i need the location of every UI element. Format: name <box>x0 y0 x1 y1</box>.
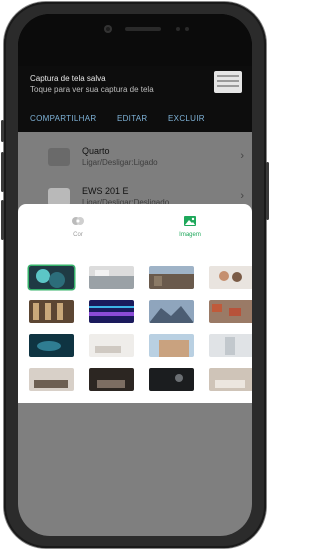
list-item[interactable]: Quarto Ligar/Desligar:Ligado › <box>18 144 252 184</box>
background-picker-sheet: Cor Imagem <box>18 204 252 403</box>
wallpaper-thumb-abstract-teal[interactable] <box>29 266 74 289</box>
image-icon <box>184 216 196 226</box>
phone-screen: Captura de tela salva Toque para ver sua… <box>18 14 252 536</box>
wallpaper-thumb-kitchen[interactable] <box>89 266 134 289</box>
edit-button[interactable]: EDITAR <box>117 114 148 123</box>
phone-frame: Captura de tela salva Toque para ver sua… <box>1 2 269 548</box>
wallpaper-thumb-building-facade[interactable] <box>29 300 74 323</box>
tab-image[interactable]: Imagem <box>145 216 235 238</box>
wallpaper-thumb-neon-stage[interactable] <box>89 300 134 323</box>
chevron-right-icon: › <box>240 150 244 162</box>
wallpaper-thumb-dark-lounge[interactable] <box>149 368 194 391</box>
list-item-title: EWS 201 E <box>82 186 129 196</box>
tab-color-label: Cor <box>73 232 83 238</box>
wallpaper-thumb-mountains[interactable] <box>149 300 194 323</box>
power-button <box>266 162 269 220</box>
lamp-icon <box>48 148 70 166</box>
list-item-subtitle: Ligar/Desligar:Ligado <box>82 158 158 167</box>
chevron-right-icon: › <box>240 190 244 202</box>
share-button[interactable]: COMPARTILHAR <box>30 114 96 123</box>
wallpaper-thumb-bedroom[interactable] <box>209 368 252 391</box>
list-item-title: Quarto <box>82 146 110 156</box>
volume-down-button <box>1 200 4 240</box>
sensor-icon <box>176 27 180 31</box>
wallpaper-thumb-dark-bedroom[interactable] <box>89 368 134 391</box>
wallpaper-thumb-underwater[interactable] <box>29 334 74 357</box>
earpiece-speaker <box>125 27 161 31</box>
notification-actions: COMPARTILHAR EDITAR EXCLUIR <box>30 114 223 123</box>
wallpaper-thumb-bathroom[interactable] <box>209 334 252 357</box>
wallpaper-thumb-living-room-sofa[interactable] <box>29 368 74 391</box>
tab-image-label: Imagem <box>179 232 201 238</box>
phone-side-button <box>1 120 4 142</box>
volume-up-button <box>1 152 4 192</box>
wallpaper-thumb-city-street[interactable] <box>149 266 194 289</box>
dimmed-background <box>18 403 252 536</box>
wallpaper-thumb-white-living-room[interactable] <box>89 334 134 357</box>
status-area <box>18 14 252 66</box>
wallpaper-thumb-town-roofs[interactable] <box>209 300 252 323</box>
front-camera-icon <box>104 25 112 33</box>
wallpaper-thumb-house-exterior[interactable] <box>149 334 194 357</box>
notification-title: Captura de tela salva <box>30 74 106 83</box>
delete-button[interactable]: EXCLUIR <box>168 114 205 123</box>
wallpaper-thumb-couple-in-bed[interactable] <box>209 266 252 289</box>
palette-icon <box>72 217 84 225</box>
tab-color[interactable]: Cor <box>33 216 123 238</box>
screenshot-notification[interactable]: Captura de tela salva Toque para ver sua… <box>18 66 252 132</box>
screenshot-thumbnail[interactable] <box>214 71 242 93</box>
sensor-icon <box>185 27 189 31</box>
notification-subtitle: Toque para ver sua captura de tela <box>30 85 154 94</box>
